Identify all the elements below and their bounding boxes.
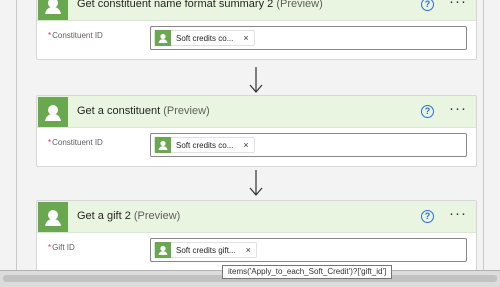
card-header[interactable]: Get a constituent (Preview) ? ··· (37, 96, 476, 128)
field-row-constituent-id: *Constituent ID Soft credits co... × (37, 21, 476, 59)
token-expression-tooltip: items('Apply_to_each_Soft_Credit')?['gif… (222, 265, 393, 279)
gift-id-input[interactable]: Soft credits gift... × (150, 238, 467, 262)
card-title-text: Get a gift 2 (77, 210, 131, 222)
field-label: *Gift ID (48, 243, 75, 252)
card-header[interactable]: Get a gift 2 (Preview) ? ··· (37, 201, 476, 233)
arrow-down-icon (249, 170, 263, 196)
action-card-name-format-summary: Get constituent name format summary 2 (P… (36, 0, 477, 60)
canvas-border-right (483, 0, 484, 287)
canvas-border-left (16, 0, 17, 287)
field-label-text: Gift ID (52, 243, 75, 252)
dynamic-content-token[interactable]: Soft credits gift... × (154, 242, 257, 258)
card-title: Get a constituent (Preview) (77, 105, 210, 117)
card-title-text: Get constituent name format summary 2 (77, 0, 274, 10)
blackbaud-connector-icon (155, 137, 171, 153)
field-label-text: Constituent ID (52, 138, 103, 147)
blackbaud-connector-icon (38, 0, 68, 20)
action-card-get-gift: Get a gift 2 (Preview) ? ··· *Gift ID So… (36, 200, 477, 272)
field-row-constituent-id: *Constituent ID Soft credits co... × (37, 128, 476, 166)
required-marker: * (48, 31, 52, 40)
token-remove-icon[interactable]: × (243, 140, 248, 150)
field-label: *Constituent ID (48, 31, 103, 40)
token-label: Soft credits gift... (176, 245, 236, 255)
blackbaud-connector-icon (38, 202, 68, 232)
card-header[interactable]: Get constituent name format summary 2 (P… (37, 0, 476, 21)
help-icon[interactable]: ? (421, 105, 434, 118)
dynamic-content-token[interactable]: Soft credits co... × (154, 30, 255, 46)
preview-tag: (Preview) (163, 105, 210, 117)
preview-tag: (Preview) (276, 0, 323, 10)
card-title: Get constituent name format summary 2 (P… (77, 0, 323, 10)
field-label: *Constituent ID (48, 138, 103, 147)
token-remove-icon[interactable]: × (243, 33, 248, 43)
card-title: Get a gift 2 (Preview) (77, 210, 180, 222)
help-icon[interactable]: ? (421, 210, 434, 223)
blackbaud-connector-icon (38, 97, 68, 127)
blackbaud-connector-icon (155, 242, 171, 258)
more-options-icon[interactable]: ··· (449, 101, 467, 116)
dynamic-content-token[interactable]: Soft credits co... × (154, 137, 255, 153)
required-marker: * (48, 138, 52, 147)
field-label-text: Constituent ID (52, 31, 103, 40)
token-label: Soft credits co... (176, 33, 234, 43)
card-title-text: Get a constituent (77, 105, 161, 117)
blackbaud-connector-icon (155, 30, 171, 46)
arrow-down-icon (249, 67, 263, 93)
constituent-id-input[interactable]: Soft credits co... × (150, 133, 467, 157)
constituent-id-input[interactable]: Soft credits co... × (150, 26, 467, 50)
help-icon[interactable]: ? (421, 0, 434, 11)
token-remove-icon[interactable]: × (246, 245, 251, 255)
token-label: Soft credits co... (176, 140, 234, 150)
more-options-icon[interactable]: ··· (449, 206, 467, 221)
action-card-get-constituent: Get a constituent (Preview) ? ··· *Const… (36, 95, 477, 167)
preview-tag: (Preview) (133, 210, 181, 222)
more-options-icon[interactable]: ··· (449, 0, 467, 9)
required-marker: * (48, 243, 52, 252)
